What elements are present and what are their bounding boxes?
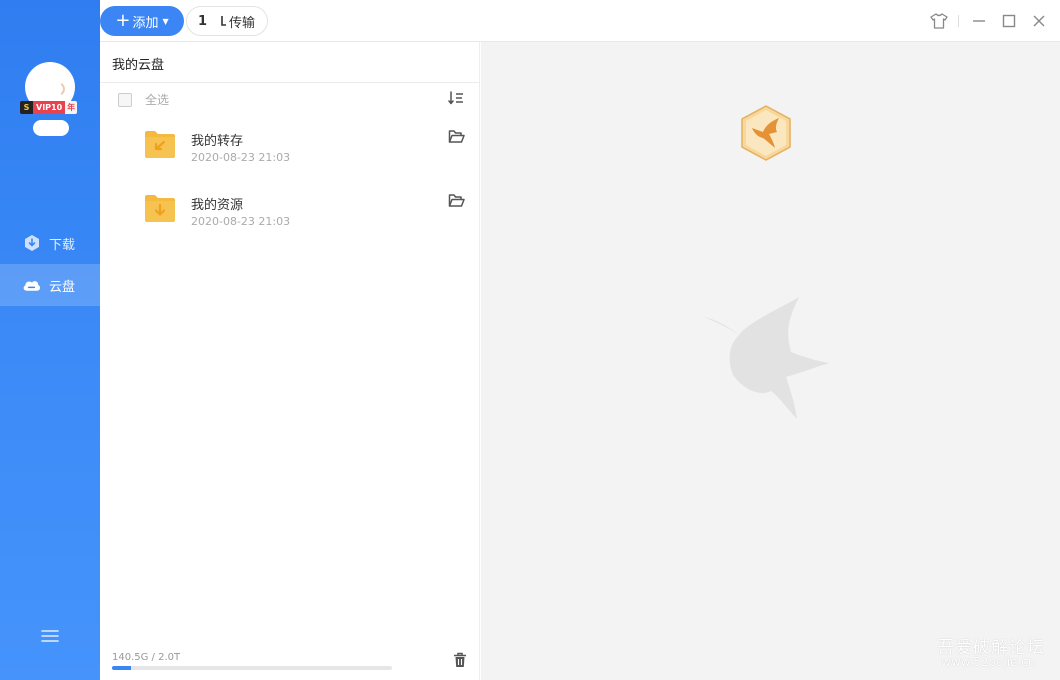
transfer-button[interactable]: 1 传输 xyxy=(186,6,268,36)
hamburger-menu-icon[interactable] xyxy=(41,628,59,644)
cloud-icon xyxy=(22,276,41,295)
skin-icon[interactable] xyxy=(930,12,948,30)
trash-icon[interactable] xyxy=(453,652,467,668)
sidebar: S VIP10 年 下载 云盘 xyxy=(0,0,100,680)
sidebar-item-cloud[interactable]: 云盘 xyxy=(0,264,100,306)
transfer-arrow-icon xyxy=(220,14,228,28)
sidebar-item-label: 下载 xyxy=(49,237,76,253)
storage-usage-text: 140.5G / 2.0T xyxy=(112,652,181,663)
list-item[interactable]: 我的转存 2020-08-23 21:03 xyxy=(100,128,480,188)
file-panel: 我的云盘 全选 我的转存 2020-08-23 21:03 我的资源 2020-… xyxy=(100,42,480,680)
vip-s-mark: S xyxy=(20,101,33,114)
storage-usage-fill xyxy=(112,666,132,670)
preview-pane: 吾爱破解论坛 www.52pojie.cn xyxy=(481,42,1060,680)
panel-divider xyxy=(100,82,480,83)
minimize-icon[interactable] xyxy=(970,12,988,30)
transfer-count: 1 xyxy=(198,13,208,29)
file-name: 我的资源 xyxy=(191,198,244,213)
vip-year: 年 xyxy=(65,101,78,114)
vip-badge: S VIP10 年 xyxy=(20,101,78,114)
top-toolbar: + 添加 ▼ 1 传输 xyxy=(100,0,1060,42)
vip-level: VIP10 xyxy=(33,101,66,114)
add-button[interactable]: + 添加 ▼ xyxy=(100,6,184,36)
close-icon[interactable] xyxy=(1030,12,1048,30)
list-item[interactable]: 我的资源 2020-08-23 21:03 xyxy=(100,192,480,252)
folder-transfer-icon xyxy=(144,128,176,160)
file-name: 我的转存 xyxy=(191,134,244,149)
download-icon xyxy=(22,234,41,253)
select-all-label: 全选 xyxy=(145,93,170,107)
transfer-label: 传输 xyxy=(229,15,256,31)
add-button-label: 添加 xyxy=(132,15,159,31)
folder-download-icon xyxy=(144,192,176,224)
sort-icon[interactable] xyxy=(448,90,464,106)
breadcrumb[interactable]: 我的云盘 xyxy=(112,54,164,73)
select-all[interactable]: 全选 xyxy=(118,91,169,108)
bird-watermark-icon xyxy=(701,297,831,422)
sidebar-item-download[interactable]: 下载 xyxy=(0,222,100,264)
username-pill[interactable] xyxy=(33,120,69,136)
file-date: 2020-08-23 21:03 xyxy=(191,151,291,164)
app-logo-icon xyxy=(739,104,793,162)
plus-icon: + xyxy=(115,10,131,31)
open-folder-icon[interactable] xyxy=(448,193,465,208)
maximize-icon[interactable] xyxy=(1000,12,1018,30)
select-all-checkbox[interactable] xyxy=(118,92,132,107)
caret-down-icon: ▼ xyxy=(162,16,169,26)
file-date: 2020-08-23 21:03 xyxy=(191,215,291,228)
sidebar-item-label: 云盘 xyxy=(49,279,76,295)
open-folder-icon[interactable] xyxy=(448,129,465,144)
storage-usage-bar xyxy=(112,666,392,670)
toolbar-divider xyxy=(958,15,959,27)
forum-watermark-url: www.52pojie.cn xyxy=(941,655,1036,669)
